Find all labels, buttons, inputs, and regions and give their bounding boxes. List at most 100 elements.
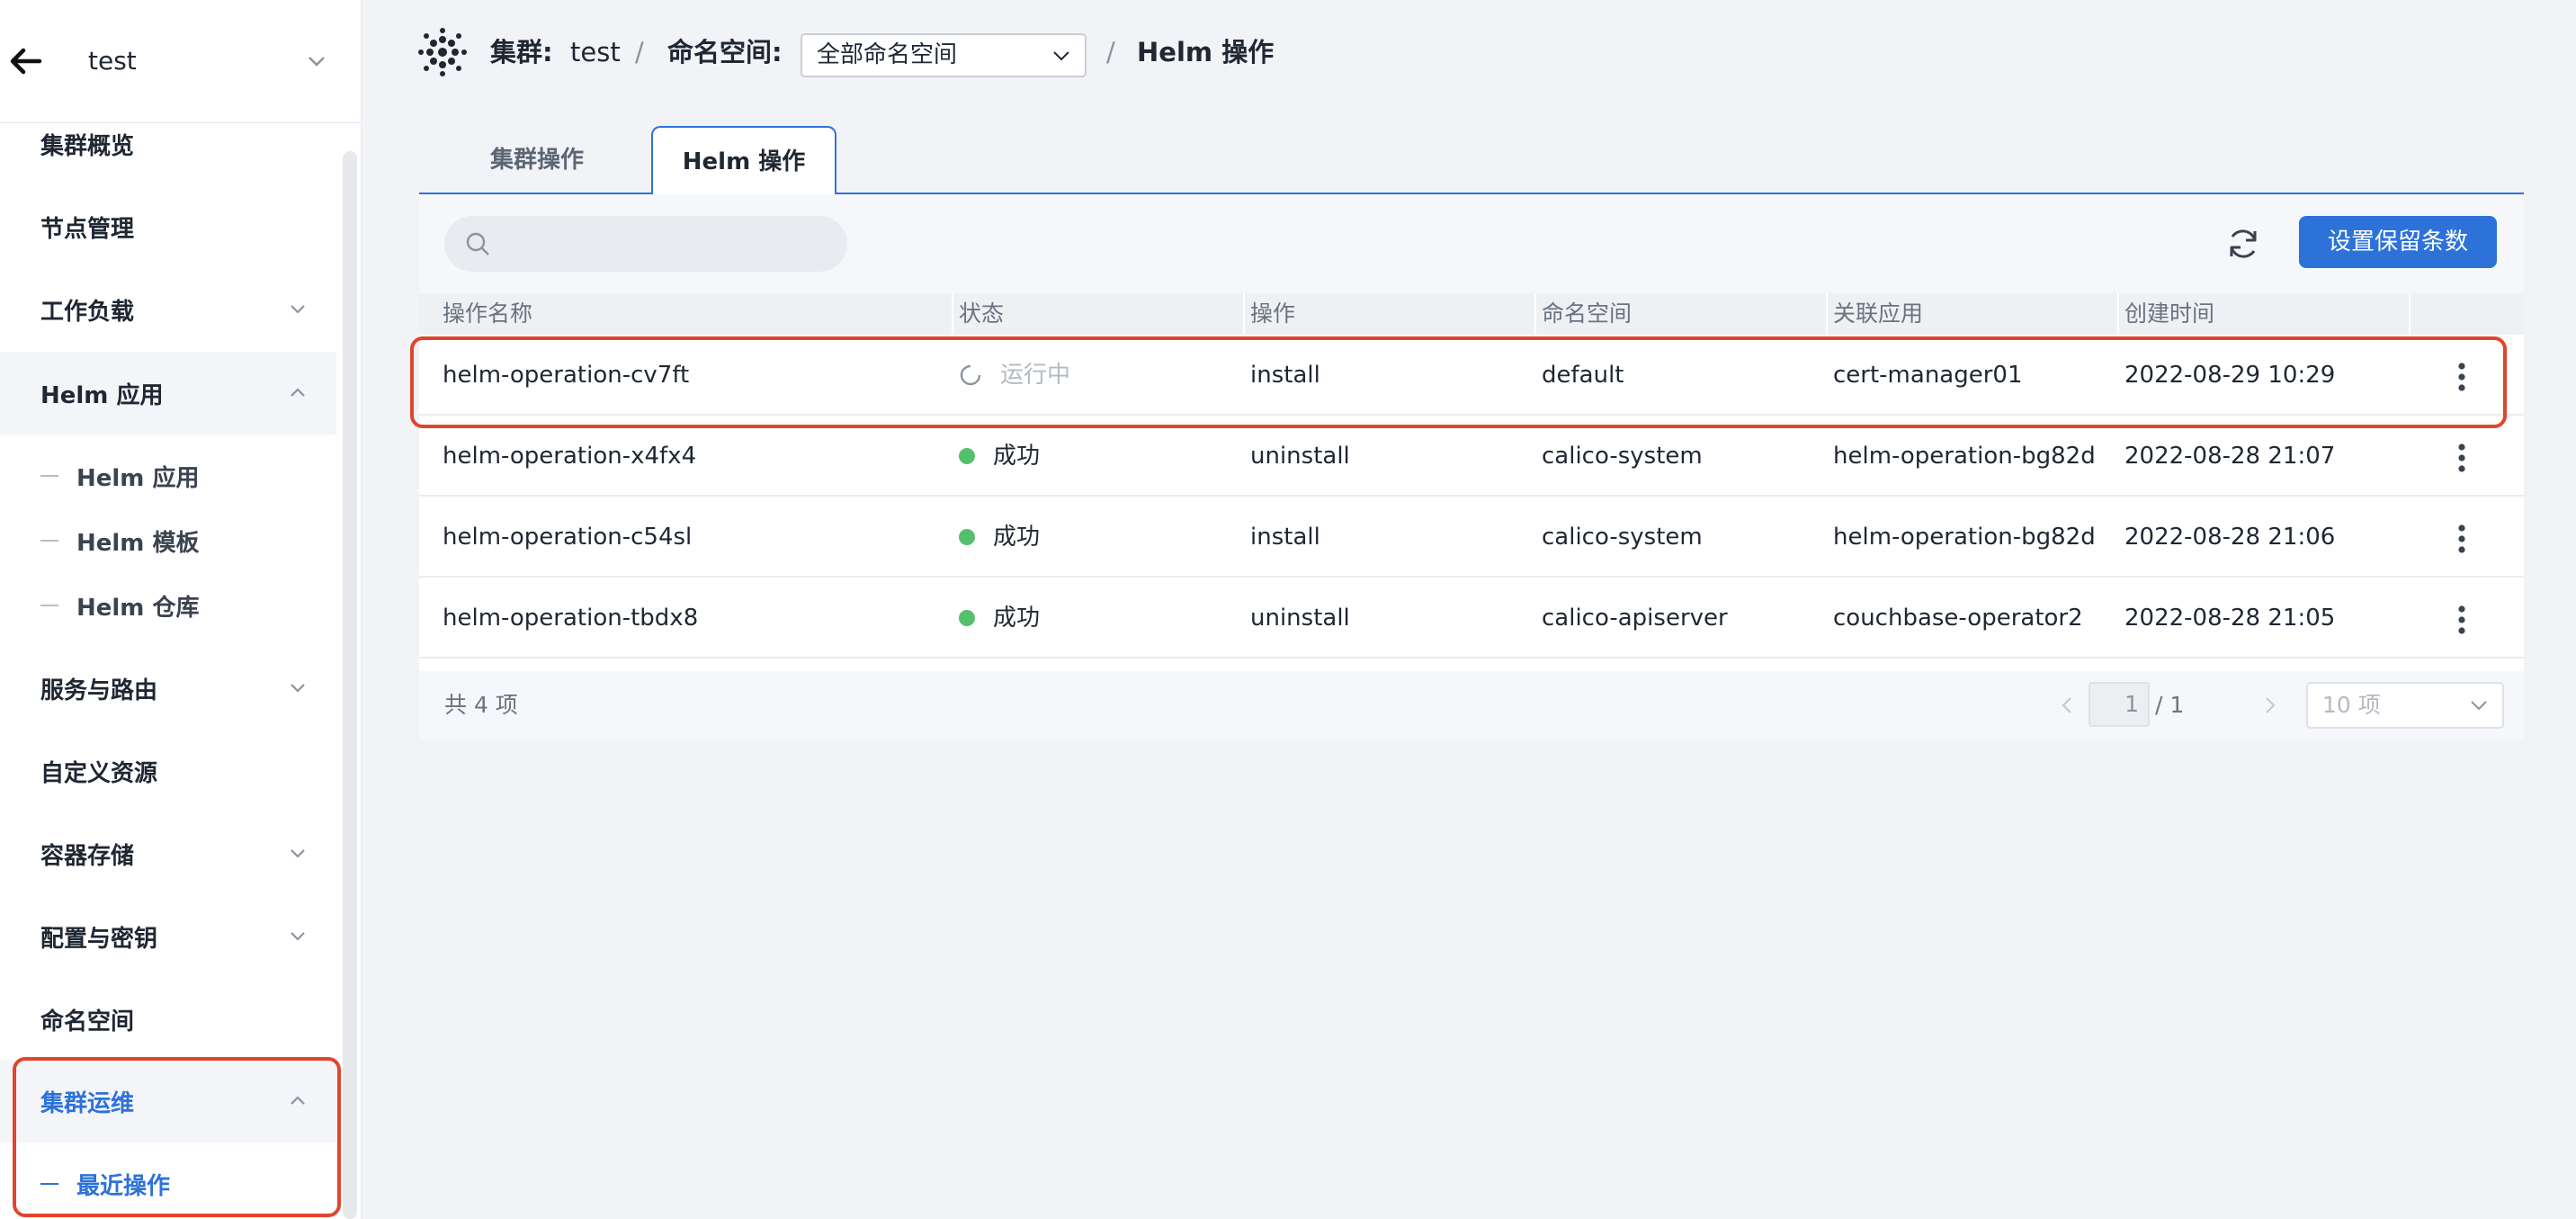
- breadcrumb-separator: /: [1106, 37, 1115, 67]
- sidebar-item-config-secrets[interactable]: 配置与密钥: [0, 895, 336, 978]
- status-cell: 运行中: [935, 335, 1070, 416]
- more-vertical-icon[interactable]: [2457, 605, 2466, 635]
- action-cell: install: [1250, 362, 1320, 389]
- page-size-value: 10 项: [2322, 692, 2381, 718]
- chevron-down-icon: [2471, 701, 2487, 711]
- chevron-down-icon: [1053, 51, 1069, 61]
- sidebar-item-cluster-ops[interactable]: 集群运维: [0, 1060, 336, 1143]
- status-text: 成功: [993, 443, 1041, 470]
- breadcrumb-cluster-link[interactable]: test: [570, 32, 621, 72]
- sidebar-item-node-management[interactable]: 节点管理: [0, 185, 336, 268]
- column-header-status[interactable]: 状态: [935, 293, 1004, 335]
- namespace-cell: calico-system: [1542, 524, 1703, 551]
- created-cell: 2022-08-28 21:07: [2124, 443, 2336, 470]
- column-header-action[interactable]: 操作: [1227, 293, 1295, 335]
- table-header: 操作名称 状态 操作 命名空间 关联应用 创建时间: [419, 293, 2524, 335]
- toolbar: 设置保留条数: [419, 194, 2524, 293]
- sidebar-item-cluster-overview[interactable]: 集群概览: [0, 103, 336, 185]
- sidebar-item-label: 自定义资源: [40, 759, 158, 787]
- chevron-up-icon: [291, 1096, 305, 1105]
- namespace-select[interactable]: 全部命名空间: [801, 33, 1087, 77]
- operation-name[interactable]: helm-operation-tbdx8: [419, 578, 698, 659]
- tab-helm-operations[interactable]: Helm 操作: [651, 126, 836, 194]
- created-cell: 2022-08-28 21:06: [2124, 524, 2336, 551]
- table-row[interactable]: helm-operation-cv7ft 运行中 install default…: [419, 335, 2524, 416]
- page-size-select[interactable]: 10 项: [2306, 682, 2504, 729]
- column-header-namespace[interactable]: 命名空间: [1518, 293, 1632, 335]
- namespace-cell: default: [1542, 362, 1624, 389]
- breadcrumb-separator: /: [635, 37, 644, 67]
- status-cell: 成功: [935, 578, 1040, 659]
- sidebar-subitem-helm-repos[interactable]: Helm 仓库: [0, 573, 336, 638]
- success-dot-icon: [959, 529, 975, 545]
- sidebar-item-label: Helm 应用: [76, 464, 200, 492]
- sidebar-item-label: 配置与密钥: [40, 925, 158, 953]
- sidebar-item-helm-apps[interactable]: Helm 应用: [0, 352, 336, 435]
- more-vertical-icon[interactable]: [2457, 443, 2466, 473]
- sidebar-subitem-helm-apps[interactable]: Helm 应用: [0, 444, 336, 508]
- sidebar-item-label: 工作负载: [40, 298, 135, 326]
- sidebar-item-label: Helm 仓库: [76, 594, 200, 622]
- dash-icon: [40, 1183, 58, 1185]
- sidebar-subitem-recent-ops[interactable]: 最近操作: [0, 1152, 336, 1216]
- dash-icon: [40, 540, 58, 542]
- breadcrumb-namespace-label: 命名空间:: [667, 37, 783, 67]
- tab-cluster-operations[interactable]: 集群操作: [419, 126, 655, 194]
- dash-icon: [40, 605, 58, 606]
- sidebar-item-services-routes[interactable]: 服务与路由: [0, 647, 336, 730]
- success-dot-icon: [959, 610, 975, 626]
- chevron-right-icon[interactable]: [2258, 693, 2283, 718]
- operation-name[interactable]: helm-operation-c54sl: [419, 497, 692, 578]
- sidebar-scrollbar[interactable]: [343, 151, 357, 1219]
- sidebar-item-workloads[interactable]: 工作负载: [0, 268, 336, 351]
- app-cell: couchbase-operator2: [1833, 605, 2083, 632]
- sidebar-item-label: Helm 应用: [40, 381, 164, 409]
- page-title: Helm 操作: [1137, 37, 1275, 67]
- sidebar-item-custom-resources[interactable]: 自定义资源: [0, 730, 336, 812]
- more-vertical-icon[interactable]: [2457, 362, 2466, 392]
- cluster-logo-icon: [418, 28, 467, 76]
- sidebar-item-label: 节点管理: [40, 215, 135, 243]
- table-row[interactable]: helm-operation-tbdx8 成功 uninstall calico…: [419, 578, 2524, 659]
- status-cell: 成功: [935, 416, 1040, 497]
- chevron-left-icon[interactable]: [2054, 693, 2080, 718]
- operation-name[interactable]: helm-operation-x4fx4: [419, 416, 696, 497]
- sidebar-item-namespaces[interactable]: 命名空间: [0, 978, 336, 1061]
- namespace-cell: calico-system: [1542, 443, 1703, 470]
- action-cell: uninstall: [1250, 605, 1350, 632]
- chevron-down-icon[interactable]: [304, 49, 329, 74]
- chevron-down-icon: [291, 849, 305, 858]
- arrow-left-icon[interactable]: [7, 41, 43, 81]
- sidebar-item-container-storage[interactable]: 容器存储: [0, 812, 336, 895]
- sidebar-subitem-helm-templates[interactable]: Helm 模板: [0, 508, 336, 573]
- operations-card: 设置保留条数 操作名称 状态 操作 命名空间 关联应用 创建时间 helm-op…: [419, 194, 2524, 739]
- pagination-bar: 共 4 项 1 / 1 10 项: [419, 671, 2524, 739]
- status-text: 运行中: [1000, 362, 1071, 389]
- chevron-down-icon: [291, 684, 305, 693]
- sidebar-item-label: 容器存储: [40, 842, 135, 870]
- table-row[interactable]: helm-operation-x4fx4 成功 uninstall calico…: [419, 416, 2524, 497]
- operation-name[interactable]: helm-operation-cv7ft: [419, 335, 689, 416]
- search-icon: [466, 232, 489, 255]
- chevron-down-icon: [291, 932, 305, 941]
- page-number-input[interactable]: 1: [2089, 682, 2150, 727]
- action-cell: uninstall: [1250, 443, 1350, 470]
- set-retention-button[interactable]: 设置保留条数: [2299, 216, 2497, 268]
- created-cell: 2022-08-29 10:29: [2124, 362, 2336, 389]
- refresh-icon[interactable]: [2223, 223, 2264, 264]
- search-input[interactable]: [444, 216, 847, 272]
- column-header-app[interactable]: 关联应用: [1810, 293, 1923, 335]
- app-cell: helm-operation-bg82d: [1833, 524, 2096, 551]
- success-dot-icon: [959, 448, 975, 464]
- sidebar-item-label: 服务与路由: [40, 677, 158, 704]
- sidebar: test 集群概览 节点管理 工作负载 Helm 应用 Helm 应用 Helm…: [0, 0, 362, 1219]
- total-count: 共 4 项: [444, 692, 518, 718]
- table-row[interactable]: helm-operation-c54sl 成功 install calico-s…: [419, 497, 2524, 578]
- column-header-created[interactable]: 创建时间: [2101, 293, 2214, 335]
- column-header-name[interactable]: 操作名称: [419, 293, 532, 335]
- namespace-cell: calico-apiserver: [1542, 605, 1728, 632]
- sidebar-item-label: 最近操作: [76, 1172, 171, 1200]
- chevron-up-icon: [291, 388, 305, 397]
- sidebar-item-label: 集群运维: [40, 1089, 135, 1117]
- more-vertical-icon[interactable]: [2457, 524, 2466, 554]
